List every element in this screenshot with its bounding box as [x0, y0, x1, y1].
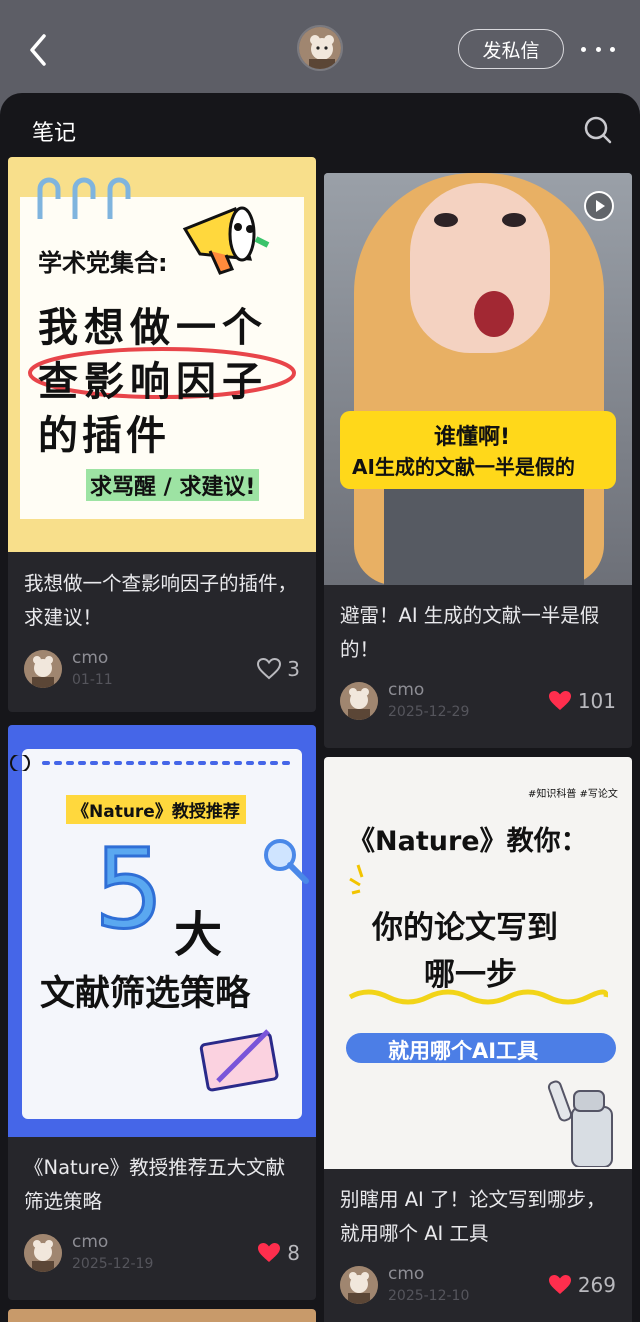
author-avatar: [24, 1234, 62, 1272]
cover-text: 求骂醒 / 求建议!: [86, 469, 260, 501]
like-button[interactable]: 3: [257, 657, 300, 681]
cover-text: 谁懂啊!: [434, 425, 511, 450]
author-avatar: [340, 682, 378, 720]
chevron-left-icon[interactable]: [22, 30, 58, 70]
note-cover-image: 学术党集合: 我想做一个 查影响因子 的插件 求骂醒 / 求建议!: [8, 157, 316, 552]
cover-text: 的插件: [38, 413, 170, 459]
cover-text: 5: [93, 824, 166, 955]
cover-text: 文献筛选策略: [40, 974, 251, 1014]
like-count: 269: [577, 1273, 616, 1297]
note-author[interactable]: cmo 01-11: [24, 647, 113, 691]
play-icon: [584, 191, 614, 221]
like-button[interactable]: 269: [548, 1273, 616, 1297]
author-name: cmo: [388, 680, 425, 700]
note-date: 2025-12-10: [388, 1288, 470, 1304]
heart-icon: [548, 1275, 571, 1294]
note-card[interactable]: 《Nature》教授推荐 5 大 文献筛选策略 《Nature》教授推荐五大文献…: [8, 725, 316, 1300]
like-button[interactable]: 101: [548, 689, 616, 713]
note-title: 避雷！AI 生成的文献一半是假的！: [340, 604, 600, 661]
cover-text: 大: [174, 907, 223, 963]
cover-text: 《Nature》教授推荐: [66, 795, 246, 824]
author-avatar: [340, 1266, 378, 1304]
note-author[interactable]: cmo 2025-12-19: [24, 1231, 153, 1275]
note-card[interactable]: #知识科普 #写论文 《Nature》教你： 你的论文写到 哪一步 就用哪个AI…: [324, 757, 632, 1322]
more-dots-icon[interactable]: [578, 36, 618, 62]
like-count: 3: [287, 657, 300, 681]
cover-text: AI生成的文献一半是假的: [352, 455, 575, 479]
notes-sheet: 笔记 学术党集合: 我想做一个 查影响因子 的插件 求骂醒 / 求建议! 我想做…: [0, 93, 640, 1322]
cover-text: 学术党集合:: [38, 249, 168, 277]
author-avatar: [24, 650, 62, 688]
heart-icon: [258, 1243, 281, 1262]
note-cover-image: #知识科普 #写论文 《Nature》教你： 你的论文写到 哪一步 就用哪个AI…: [324, 757, 632, 1169]
like-count: 101: [577, 689, 616, 713]
heart-icon: [257, 658, 282, 680]
note-date: 2025-12-29: [388, 704, 470, 720]
cover-text: 《Nature》教你：: [348, 826, 588, 857]
note-author[interactable]: cmo 2025-12-29: [340, 679, 469, 723]
author-name: cmo: [72, 1232, 109, 1252]
send-message-button[interactable]: 发私信: [458, 29, 564, 69]
note-title: 《Nature》教授推荐五大文献筛选策略: [24, 1156, 286, 1213]
profile-avatar[interactable]: [297, 25, 343, 71]
note-card[interactable]: 学术党集合: 我想做一个 查影响因子 的插件 求骂醒 / 求建议! 我想做一个查…: [8, 157, 316, 712]
heart-icon: [548, 691, 571, 710]
note-card[interactable]: [8, 1309, 316, 1322]
note-title: 我想做一个查影响因子的插件，求建议！: [24, 572, 298, 629]
note-date: 2025-12-19: [72, 1256, 154, 1272]
author-name: cmo: [72, 648, 109, 668]
cover-text: 查影响因子: [38, 359, 268, 405]
cover-text: 你的论文写到: [372, 910, 558, 946]
like-count: 8: [287, 1241, 300, 1265]
section-title: 笔记: [32, 121, 77, 146]
note-author[interactable]: cmo 2025-12-10: [340, 1263, 469, 1307]
cover-text: #知识科普 #写论文: [528, 789, 618, 800]
author-name: cmo: [388, 1264, 425, 1284]
cover-text: 就用哪个AI工具: [388, 1039, 539, 1063]
note-title: 别瞎用 AI 了！论文写到哪步，就用哪个 AI 工具: [340, 1188, 606, 1245]
note-cover-image: 谁懂啊! AI生成的文献一半是假的: [324, 173, 632, 585]
note-cover-image: 《Nature》教授推荐 5 大 文献筛选策略: [8, 725, 316, 1137]
like-button[interactable]: 8: [257, 1241, 300, 1265]
note-card[interactable]: 谁懂啊! AI生成的文献一半是假的 避雷！AI 生成的文献一半是假的！ cmo …: [324, 173, 632, 748]
search-icon[interactable]: [583, 115, 613, 145]
top-bar: 发私信: [0, 0, 640, 95]
note-date: 01-11: [72, 672, 113, 688]
